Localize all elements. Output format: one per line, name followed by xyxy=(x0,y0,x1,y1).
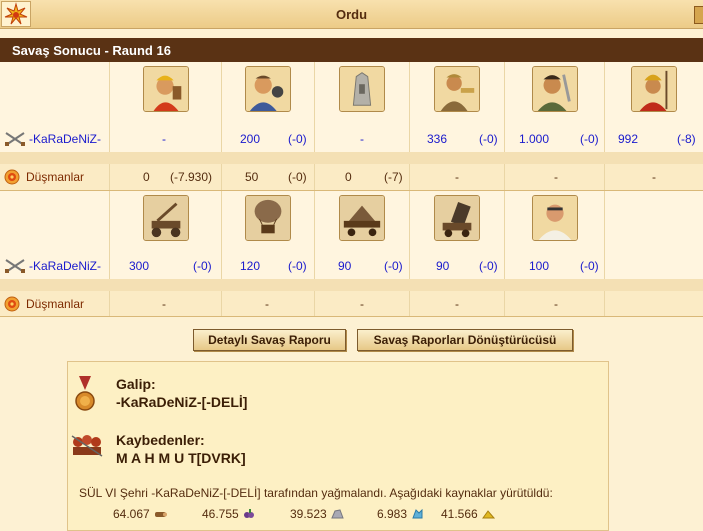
marble-icon xyxy=(330,509,344,519)
slinger-icon xyxy=(245,66,291,112)
unit-count: - xyxy=(265,296,269,311)
unit-loss: (-0) xyxy=(580,132,599,146)
unit-loss: (-0) xyxy=(288,132,307,146)
unit-count: 100 xyxy=(529,259,550,273)
player-row-2: -KaRaDeNiZ- 300 (-0) 120 (-0) 90 (-0) 90 (-0… xyxy=(0,253,703,279)
unit-loss: (-0) xyxy=(384,259,403,273)
losers-label: Kaybedenler: xyxy=(116,432,205,448)
unit-count: - xyxy=(360,132,364,146)
mortar-icon xyxy=(434,195,480,241)
resource-marble: 39.523 xyxy=(290,507,344,521)
unit-loss: (-0) xyxy=(288,259,307,273)
hoplite-icon xyxy=(142,66,189,112)
sulfur-icon xyxy=(481,510,495,519)
doctor-icon xyxy=(531,195,578,241)
spearman-icon xyxy=(631,66,677,112)
winner-label: Galip: xyxy=(116,376,156,392)
battle-result-panel: Galip: -KaRaDeNiZ-[-DELİ] Kaybedenler: M… xyxy=(67,361,609,531)
unit-loss: (-7) xyxy=(384,170,403,184)
unit-loss: (-0) xyxy=(479,259,498,273)
detailed-report-button[interactable]: Detaylı Savaş Raporu xyxy=(193,329,346,351)
unit-count: - xyxy=(652,170,656,184)
unit-loss: (-7.930) xyxy=(170,170,213,184)
close-icon[interactable] xyxy=(694,6,703,24)
unit-count: - xyxy=(455,170,459,184)
ram-icon xyxy=(339,195,385,241)
enemy-row-1: Düşmanlar 0 (-7.930) 50 (-0) 0 (-7) - - - xyxy=(0,164,703,190)
wine-icon xyxy=(243,509,254,518)
enemy-target-icon xyxy=(4,169,20,185)
wall-icon xyxy=(339,66,385,112)
player-row-1: -KaRaDeNiZ- - 200 (-0) - 336 (-0) 1.000 (-0… xyxy=(0,126,703,152)
unit-count: 200 xyxy=(240,132,261,146)
unit-count: - xyxy=(554,170,558,184)
loser-name[interactable]: M A H M U T[DVRK] xyxy=(116,450,246,466)
unit-count: - xyxy=(554,296,558,311)
crossed-swords-icon xyxy=(5,132,25,146)
crossed-swords-icon xyxy=(5,259,25,273)
window-title: Ordu xyxy=(335,7,368,22)
enemy-row-2: Düşmanlar - - - - - xyxy=(0,291,703,316)
unit-count: 0 xyxy=(345,170,352,184)
unit-count: 50 xyxy=(245,170,259,184)
unit-loss: (-0) xyxy=(288,170,307,184)
unit-count: - xyxy=(162,132,166,146)
resource-amount: 46.755 xyxy=(202,507,239,521)
winner-name[interactable]: -KaRaDeNiZ-[-DELİ] xyxy=(116,394,247,410)
resource-wine: 46.755 xyxy=(202,507,256,521)
enemy-name: Düşmanlar xyxy=(26,296,85,311)
unit-count: 992 xyxy=(618,132,639,146)
unit-count: - xyxy=(162,296,166,311)
plunder-message: SÜL VI Şehri -KaRaDeNiZ-[-DELİ] tarafınd… xyxy=(79,486,553,500)
resource-amount: 6.983 xyxy=(377,507,408,521)
wood-icon xyxy=(154,512,167,517)
unit-loss: (-0) xyxy=(580,259,599,273)
enemy-target-icon xyxy=(4,296,20,311)
resource-amount: 39.523 xyxy=(290,507,327,521)
unit-loss: (-0) xyxy=(479,132,498,146)
catapult-icon xyxy=(142,195,189,241)
swordsman-icon xyxy=(531,66,578,112)
window-titlebar: Ordu xyxy=(0,0,703,29)
archer-icon xyxy=(434,66,480,112)
unit-icons-row-2 xyxy=(0,191,703,253)
defeated-soldiers-icon xyxy=(71,435,103,457)
resource-wood: 64.067 xyxy=(113,507,167,521)
unit-count: - xyxy=(360,296,364,311)
medal-icon xyxy=(75,376,95,411)
unit-count: 90 xyxy=(338,259,352,273)
crystal-icon xyxy=(412,509,423,519)
unit-count: - xyxy=(455,296,459,311)
player-name[interactable]: -KaRaDeNiZ- xyxy=(29,132,101,146)
report-heading: Savaş Sonucu - Raund 16 xyxy=(0,38,703,62)
report-converter-button[interactable]: Savaş Raporları Dönüştürücüsü xyxy=(357,329,573,351)
balloon-icon xyxy=(245,195,291,241)
resource-sulfur: 41.566 xyxy=(441,507,495,521)
unit-count: 90 xyxy=(436,259,450,273)
unit-count: 120 xyxy=(240,259,261,273)
unit-icons-row-1 xyxy=(0,62,703,126)
unit-count: 336 xyxy=(427,132,448,146)
resource-amount: 41.566 xyxy=(441,507,478,521)
unit-loss: (-0) xyxy=(193,259,212,273)
unit-loss: (-8) xyxy=(677,132,696,146)
enemy-name: Düşmanlar xyxy=(26,170,85,184)
unit-count: 300 xyxy=(129,259,150,273)
resource-crystal: 6.983 xyxy=(377,507,424,521)
unit-count: 0 xyxy=(143,170,150,184)
resource-amount: 64.067 xyxy=(113,507,150,521)
unit-count: 1.000 xyxy=(519,132,550,146)
player-name[interactable]: -KaRaDeNiZ- xyxy=(29,259,101,273)
